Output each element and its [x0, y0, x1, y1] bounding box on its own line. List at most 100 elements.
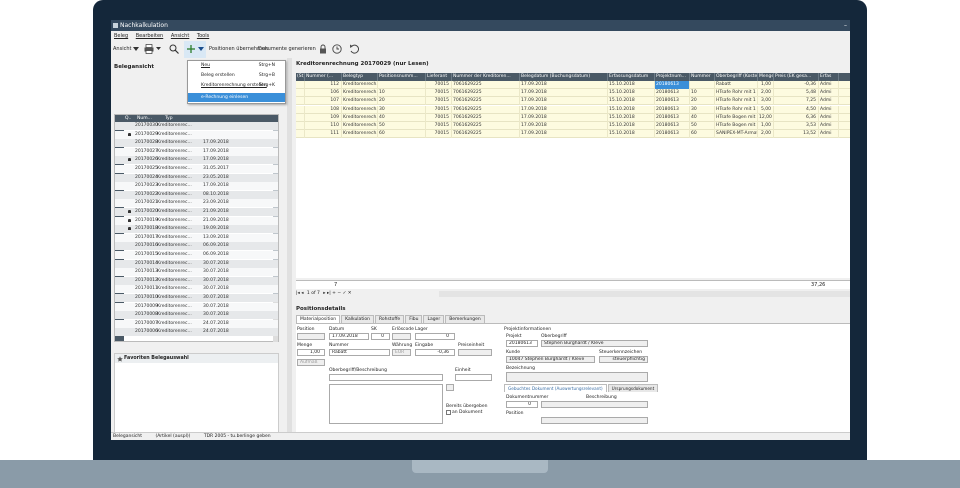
column-header[interactable]: Num... — [137, 115, 152, 122]
menu-bearbeiten[interactable]: Bearbeiten — [136, 33, 163, 39]
menu-ansicht[interactable]: Ansicht — [171, 33, 189, 39]
column-header[interactable]: Oberbegriff (Kosten... — [715, 73, 758, 81]
position2-field[interactable] — [541, 417, 648, 424]
eingabe-field[interactable]: -0,36 — [415, 349, 455, 356]
projekt-field[interactable]: 20180613 — [506, 340, 538, 347]
steuer-field[interactable]: steuerpflichtig — [599, 356, 648, 363]
list-item[interactable]: 20170029 Kreditorenrec... — [115, 130, 278, 139]
view-dropdown[interactable]: Ansicht — [113, 41, 140, 58]
column-header[interactable]: Nummer (... — [305, 73, 342, 81]
beschreibung-field[interactable] — [541, 401, 648, 408]
list-item[interactable]: 20170021 Kreditorenrec... 23.09.2018 — [115, 199, 278, 208]
sk-field[interactable]: 0 — [371, 333, 390, 340]
list-item[interactable]: 20170009 Kreditorenrec... 30.07.2018 — [115, 302, 278, 311]
bezeichnung-field[interactable] — [506, 372, 648, 382]
column-header[interactable]: Positionsnumm... — [378, 73, 426, 81]
lock-button[interactable] — [318, 41, 328, 58]
undo-button[interactable] — [349, 41, 359, 58]
minimize-button[interactable]: – — [844, 20, 847, 31]
column-header[interactable]: Belegdatum (Buchungsdatum) — [520, 73, 608, 81]
menu-item-e-rechnung[interactable]: e-Rechnung einlesen — [188, 93, 285, 102]
projekt-name-field[interactable]: Stephen Burghardt / Kleve — [541, 340, 648, 347]
print-button[interactable] — [144, 41, 161, 58]
list-item[interactable]: 20170007 Kreditorenrec... 24.07.2018 — [115, 319, 278, 328]
search-button[interactable] — [169, 41, 179, 58]
list-item[interactable]: 20170014 Kreditorenrec... 30.07.2018 — [115, 259, 278, 268]
kunde-field[interactable]: 10047 Stephen Burghardt / Kleve — [506, 356, 595, 363]
list-item[interactable]: 20170027 Kreditorenrec... 17.09.2018 — [115, 147, 278, 156]
menu-tools[interactable]: Tools — [197, 33, 209, 39]
list-item[interactable]: 20170010 Kreditorenrec... 30.07.2018 — [115, 294, 278, 302]
position-field[interactable] — [297, 333, 325, 340]
more-button[interactable] — [446, 384, 454, 391]
subtab-ursprung[interactable]: Ursprungsdokument — [607, 384, 659, 392]
column-header[interactable]: Erfas — [819, 73, 839, 81]
column-header[interactable]: Belegtyp — [342, 73, 378, 81]
oberbegriff-field[interactable] — [329, 374, 443, 381]
nummer-field[interactable]: Rabatt — [329, 349, 390, 356]
list-item[interactable]: 20170016 Kreditorenrec... 06.09.2018 — [115, 242, 278, 251]
tab-kalkulation[interactable]: Kalkulation — [341, 315, 374, 323]
beschreibung-textarea[interactable] — [329, 384, 443, 424]
list-item[interactable]: 20170017 Kreditorenrec... 13.09.2018 — [115, 233, 278, 242]
list-item[interactable]: 20170023 Kreditorenrec... 17.09.2018 — [115, 182, 278, 191]
tab-lager[interactable]: Lager — [423, 315, 445, 323]
table-row[interactable]: 109 Kreditorenrech... 40 70015 7061629225 17.… — [296, 113, 850, 122]
an-dokument-checkbox[interactable] — [446, 410, 451, 415]
column-header[interactable]: Erfassungsdatum — [608, 73, 655, 81]
list-item[interactable]: 20170019 Kreditorenrec... 21.09.2018 — [115, 216, 278, 225]
list-item[interactable]: 20170006 Kreditorenrec... 24.07.2018 — [115, 328, 278, 337]
list-item[interactable]: 20170024 Kreditorenrec... 23.05.2018 — [115, 173, 278, 182]
waehrung-field[interactable]: EUR — [392, 349, 411, 356]
favorites-header[interactable]: Favoriten Belegauswahl — [115, 354, 278, 363]
list-item[interactable]: 20170012 Kreditorenrec... 30.07.2018 — [115, 276, 278, 285]
list-item[interactable]: 20170026 Kreditorenrec... 17.09.2018 — [115, 156, 278, 165]
table-row[interactable]: 108 Kreditorenrech... 30 70015 7061629225 17.… — [296, 105, 850, 114]
list-item[interactable]: 20170020 Kreditorenrec... 21.09.2018 — [115, 208, 278, 216]
menu-item-beleg-erstellen[interactable]: Beleg erstellen Strg+B — [188, 71, 285, 80]
lager-field[interactable]: 0 — [415, 333, 455, 340]
list-item[interactable]: 20170022 Kreditorenrec... 08.10.2018 — [115, 190, 278, 199]
list-item[interactable]: 20170025 Kreditorenrec... 31.05.2017 — [115, 165, 278, 173]
column-header[interactable]: Typ — [165, 115, 173, 122]
list-item[interactable]: 20170028 Kreditorenrec... 17.09.2018 — [115, 139, 278, 148]
dokumentnummer-field[interactable]: 0 — [506, 401, 538, 408]
tab-rohstoffe[interactable]: Rohstoffe — [374, 315, 405, 323]
menu-item-neu[interactable]: Neu Strg+N — [188, 61, 285, 70]
list-item[interactable]: 20170018 Kreditorenrec... 19.09.2018 — [115, 225, 278, 234]
menge-field[interactable]: 1,00 — [297, 349, 325, 356]
table-row[interactable]: 111 Kreditorenrech... 60 70015 7061629225 17.… — [296, 130, 850, 139]
list-item[interactable]: 20170011 Kreditorenrec... 30.07.2018 — [115, 285, 278, 294]
menu-beleg[interactable]: Beleg — [114, 33, 128, 39]
list-item[interactable]: 20170008 Kreditorenrec... 30.07.2018 — [115, 311, 278, 320]
list-item[interactable]: 20170015 Kreditorenrec... 06.09.2018 — [115, 251, 278, 259]
table-row[interactable]: 107 Kreditorenrech... 20 70015 7061629225 17.… — [296, 97, 850, 106]
column-header[interactable]: Projektnum... — [655, 73, 690, 81]
column-header[interactable]: Q.. — [125, 115, 131, 122]
list-item[interactable]: 20170013 Kreditorenrec... 30.07.2018 — [115, 268, 278, 277]
tab-bemerkungen[interactable]: Bemerkungen — [445, 315, 485, 323]
column-header[interactable]: Lieferant — [426, 73, 452, 81]
column-header[interactable]: Preis (EK gesa... — [774, 73, 819, 81]
datum-field[interactable]: 17.09.2018 — [329, 333, 369, 340]
table-row[interactable]: 110 Kreditorenrech... 50 70015 7061629225 17.… — [296, 122, 850, 130]
column-header[interactable]: (St) — [296, 73, 305, 81]
tab-fibu[interactable]: Fibu — [405, 315, 423, 323]
horizontal-scrollbar[interactable] — [439, 291, 850, 297]
menu-item-kreditorenrechnung[interactable]: Kreditorenrechnung erstellen Strg+K — [188, 81, 285, 90]
nav-next-button[interactable]: ▸ ▸| + − ✓ ✕ — [323, 291, 351, 296]
nav-first-button[interactable]: |◂ ◂ — [296, 291, 303, 296]
einheit-field[interactable] — [455, 374, 492, 381]
aufmass-button[interactable]: Aufmaß — [297, 359, 325, 366]
column-header[interactable]: Menge — [758, 73, 774, 81]
table-row[interactable]: 106 Kreditorenrech... 10 70015 7061629225 17.… — [296, 89, 850, 98]
column-header[interactable]: Nummer der Kreditoren... — [452, 73, 520, 81]
table-row[interactable]: 112 Kreditorenrech... 70015 7061629225 17.09… — [296, 81, 850, 89]
new-button[interactable] — [184, 41, 206, 58]
tab-materialposition[interactable]: Materialposition — [296, 315, 341, 323]
erloscode-field[interactable] — [392, 333, 411, 340]
preiseinheit-field[interactable] — [458, 349, 492, 356]
column-header[interactable]: Nummer — [690, 73, 715, 81]
history-button[interactable] — [332, 41, 342, 58]
subtab-gebucht[interactable]: Gebuchtes Dokument (Auswertungsrelevant) — [504, 384, 607, 392]
